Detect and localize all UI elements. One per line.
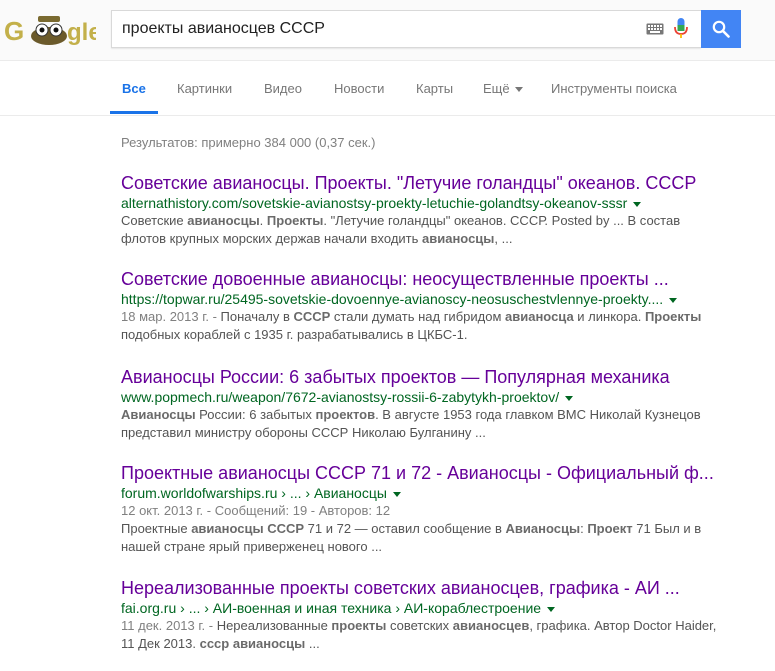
snippet-bold: Авианосцы: [121, 407, 196, 422]
result-snippet: 18 мар. 2013 г. - Поначалу в СССР стали …: [121, 308, 741, 344]
keyboard-icon[interactable]: [646, 23, 664, 35]
snippet-bold: авианосцев: [452, 618, 530, 633]
result-url-text: www.popmech.ru/weapon/7672-avianostsy-ro…: [121, 389, 560, 405]
svg-text:G: G: [4, 16, 24, 46]
search-result: Проектные авианосцы СССР 71 и 72 - Авиан…: [121, 462, 741, 556]
snippet-bold: Проекты: [644, 309, 702, 324]
result-snippet: 12 окт. 2013 г. - Сообщений: 19 - Авторо…: [121, 502, 741, 556]
result-stats: Результатов: примерно 384 000 (0,37 сек.…: [121, 135, 376, 150]
result-url-text: alternathistory.com/sovetskie-avianostsy…: [121, 195, 628, 211]
snippet-text: Советские: [121, 213, 188, 228]
snippet-text: флотов крупных морских держав начали вхо…: [121, 231, 423, 246]
result-url-text: forum.worldofwarships.ru › ... › Авианос…: [121, 485, 387, 501]
caret-down-icon[interactable]: [633, 201, 642, 207]
result-title-link[interactable]: Нереализованные проекты советских авиано…: [121, 577, 741, 599]
tab-more-label: Ещё: [483, 81, 510, 96]
result-url: alternathistory.com/sovetskie-avianostsy…: [121, 194, 741, 212]
search-box: [111, 10, 701, 48]
result-title-link[interactable]: Советские довоенные авианосцы: неосущест…: [121, 268, 741, 290]
snippet-text: России: 6 забытых: [195, 407, 316, 422]
snippet-text: Поначалу в: [220, 309, 294, 324]
snippet-text: . "Летучие голандцы" океанов. СССР. Post…: [323, 213, 681, 228]
chevron-down-icon: [514, 87, 523, 93]
snippet-bold: авианосца: [505, 309, 574, 324]
search-result: Авианосцы России: 6 забытых проектов — П…: [121, 366, 741, 442]
result-url: forum.worldofwarships.ru › ... › Авианос…: [121, 484, 741, 502]
result-date: 18 мар. 2013 г. -: [121, 309, 221, 324]
search-input[interactable]: [122, 11, 622, 47]
snippet-bold: СССР: [293, 309, 331, 324]
snippet-text: , графика. Автор Doctor Haider,: [529, 618, 717, 633]
snippet-bold: авианосцы: [422, 231, 495, 246]
caret-down-icon[interactable]: [669, 297, 678, 303]
tab-images[interactable]: Картинки: [177, 81, 232, 96]
result-snippet: Советские авианосцы. Проекты. "Летучие г…: [121, 212, 741, 248]
snippet-bold: проекты: [331, 618, 387, 633]
result-title-link[interactable]: Авианосцы России: 6 забытых проектов — П…: [121, 366, 741, 388]
search-result: Советские авианосцы. Проекты. "Летучие г…: [121, 172, 741, 248]
tab-search-tools[interactable]: Инструменты поиска: [551, 81, 677, 96]
snippet-bold: Проект: [587, 521, 633, 536]
snippet-text: представил министру обороны СССР Николаю…: [121, 425, 486, 440]
caret-down-icon[interactable]: [565, 395, 574, 401]
tab-bar: Все Картинки Видео Новости Карты Ещё Инс…: [0, 61, 775, 116]
snippet-text: нашей стране ярый приверженец нового ...: [121, 539, 383, 554]
snippet-text: подобных кораблей с 1935 г. разрабатывал…: [121, 327, 468, 342]
tab-video[interactable]: Видео: [264, 81, 302, 96]
snippet-text: и линкора.: [573, 309, 645, 324]
result-url-text: fai.org.ru › ... › АИ-военная и иная тех…: [121, 600, 542, 616]
svg-text:gle: gle: [67, 19, 96, 46]
snippet-bold: ссср авианосцы: [199, 636, 306, 651]
snippet-text: стали думать над гибридом: [330, 309, 505, 324]
snippet-bold: Проекты: [266, 213, 324, 228]
microphone-icon[interactable]: [674, 18, 688, 40]
search-result: Нереализованные проекты советских авиано…: [121, 577, 741, 653]
snippet-text: , ...: [494, 231, 513, 246]
result-title-link[interactable]: Советские авианосцы. Проекты. "Летучие г…: [121, 172, 741, 194]
search-button[interactable]: [701, 10, 741, 48]
snippet-text: Нереализованные: [216, 618, 332, 633]
snippet-text: . В августе 1953 года главком ВМС Никола…: [375, 407, 701, 422]
snippet-text: ...: [305, 636, 320, 651]
tab-maps[interactable]: Карты: [416, 81, 453, 96]
search-result: Советские довоенные авианосцы: неосущест…: [121, 268, 741, 344]
snippet-text: 71 Был и в: [632, 521, 702, 536]
snippet-bold: авианосцы СССР: [191, 521, 305, 536]
active-tab-indicator: [110, 111, 158, 114]
tab-all[interactable]: Все: [122, 81, 146, 96]
snippet-text: советских: [386, 618, 453, 633]
result-date: 11 дек. 2013 г. -: [121, 618, 217, 633]
caret-down-icon[interactable]: [392, 491, 401, 497]
snippet-bold: Авианосцы: [505, 521, 581, 536]
result-url: fai.org.ru › ... › АИ-военная и иная тех…: [121, 599, 741, 617]
snippet-text: Проектные: [121, 521, 192, 536]
google-doodle-logo[interactable]: G gle: [4, 12, 96, 48]
snippet-text: 71 и 72 — оставил сообщение в: [304, 521, 506, 536]
result-url-text: https://topwar.ru/25495-sovetskie-dovoen…: [121, 291, 664, 307]
result-url: https://topwar.ru/25495-sovetskie-dovoen…: [121, 290, 741, 308]
tab-more[interactable]: Ещё: [483, 81, 523, 96]
result-title-link[interactable]: Проектные авианосцы СССР 71 и 72 - Авиан…: [121, 462, 741, 484]
result-url: www.popmech.ru/weapon/7672-avianostsy-ro…: [121, 388, 741, 406]
result-meta: 12 окт. 2013 г. - Сообщений: 19 - Авторо…: [121, 503, 391, 518]
caret-down-icon[interactable]: [547, 606, 556, 612]
tab-news[interactable]: Новости: [334, 81, 384, 96]
snippet-bold: авианосцы: [187, 213, 260, 228]
result-snippet: Авианосцы России: 6 забытых проектов. В …: [121, 406, 741, 442]
search-icon: [712, 20, 730, 38]
snippet-text: .: [259, 213, 267, 228]
snippet-bold: проектов: [315, 407, 376, 422]
result-snippet: 11 дек. 2013 г. - Нереализованные проект…: [121, 617, 741, 653]
snippet-text: 11 Дек 2013.: [121, 636, 200, 651]
